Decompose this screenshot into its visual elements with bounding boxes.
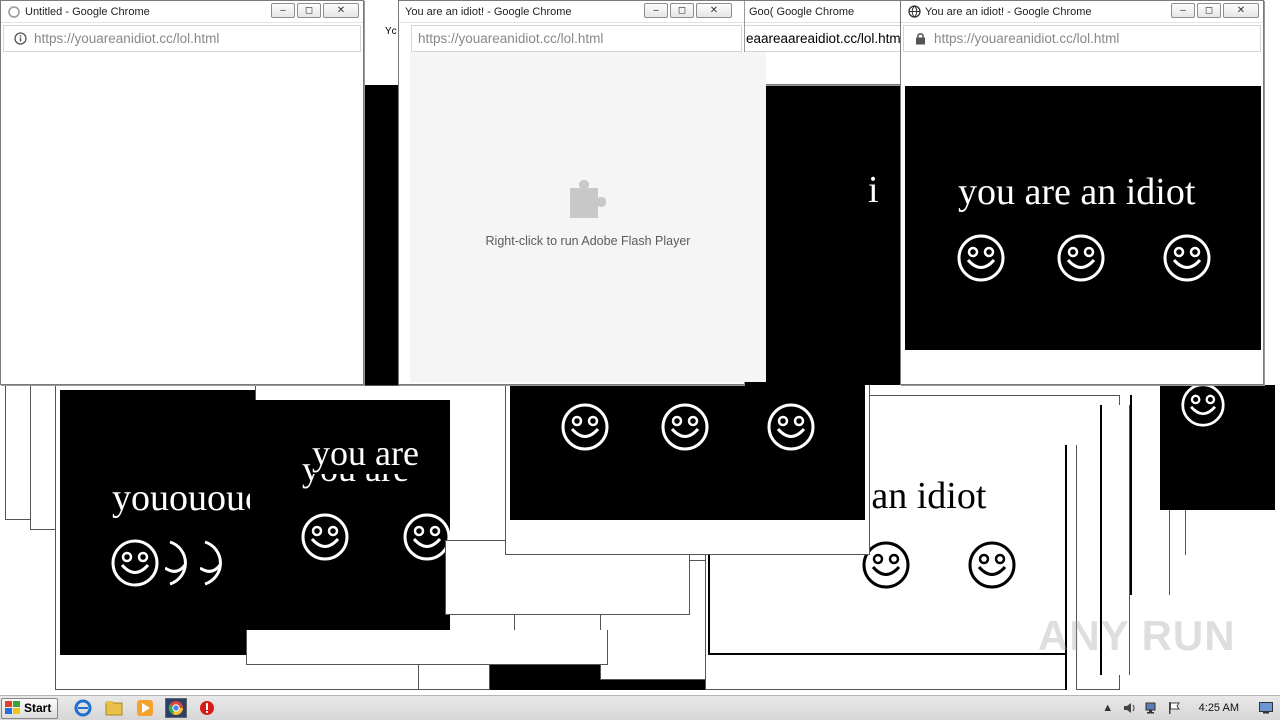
title-fragment: Yc [385,26,397,37]
flag-icon[interactable] [1166,700,1182,716]
window-title: Goo( Google Chrome [749,5,855,18]
window-controls: – ◻ ✕ [644,3,732,18]
stacked-window-remnant [766,85,900,385]
idiot-text-fragment: i [868,169,879,211]
stacked-window-remnant [246,630,608,665]
smiley-icon [301,513,349,561]
window-controls: – ◻ ✕ [271,3,359,18]
smiley-icon [1057,234,1105,282]
title-bar: You are an idiot! - Google Chrome – ◻ ✕ [901,1,1263,23]
flash-plugin-placeholder[interactable]: Right-click to run Adobe Flash Player [410,52,766,382]
tray-expand-icon[interactable]: ▲ [1100,700,1116,716]
close-button[interactable]: ✕ [1223,3,1259,18]
idiot-panel-main: you are an idiot [905,86,1261,350]
url-text: https://youareanidiot.cc/lol.html [34,31,219,46]
url-host: https://youareanidiot.cc [934,31,1073,46]
title-bar: Goo( Google Chrome [741,1,904,23]
url-text: https://youareanidiot.cc/lol.html [412,31,603,46]
window-controls: – ◻ ✕ [1171,3,1259,18]
close-button[interactable]: ✕ [323,3,359,18]
flash-message: Right-click to run Adobe Flash Player [485,234,691,248]
smiley-icon [111,539,159,587]
address-bar[interactable]: eaareaareaidiot.cc/lol.htm [741,25,902,52]
windows-logo-icon [5,701,20,714]
idiot-panel-left: youououc [60,390,260,655]
address-bar[interactable]: https://youareanidiot.cc/lol.html [903,25,1261,52]
loading-icon [7,5,21,19]
url-host: https://youareanidiot.cc [34,31,173,46]
lock-icon[interactable] [912,32,928,45]
page-content [3,53,361,382]
explorer-folder-icon[interactable] [103,698,125,718]
globe-icon [907,5,921,19]
watermark: ANY RUN [1038,612,1236,659]
taskbar: Start ▲ 4:25 AM [0,695,1280,720]
minimize-button[interactable]: – [271,3,295,18]
smiley-icon [767,403,815,451]
network-icon[interactable] [1144,700,1160,716]
browser-window-idiot[interactable]: You are an idiot! - Google Chrome – ◻ ✕ … [900,0,1264,385]
show-desktop-icon[interactable] [1258,700,1274,716]
smiley-icon [957,234,1005,282]
smiley-icon [403,513,450,561]
volume-icon[interactable] [1122,700,1138,716]
idiot-panel-middle: you are you are [250,400,450,630]
start-label: Start [24,701,52,715]
start-button[interactable]: Start [1,697,59,719]
restore-button[interactable]: ◻ [297,3,321,18]
url-path: /lol.html [556,31,604,46]
system-tray: ▲ 4:25 AM [1097,696,1280,720]
internet-explorer-icon[interactable] [72,698,94,718]
info-icon[interactable] [12,32,28,45]
media-player-icon[interactable] [134,698,156,718]
smiley-icon [661,403,709,451]
title-bar: You are an idiot! - Google Chrome – ◻ ✕ [399,1,744,23]
smiley-icon [968,541,1016,589]
idiot-text-middle: you are [312,432,419,474]
stacked-window-remnant [1185,510,1280,555]
chrome-icon[interactable] [165,698,188,718]
restore-button[interactable]: ◻ [670,3,694,18]
url-path: /lol.html [1072,31,1120,46]
minimize-button[interactable]: – [1171,3,1195,18]
url-text: https://youareanidiot.cc/lol.html [934,31,1119,46]
url-host: https://youareanidiot.cc [418,31,557,46]
puzzle-plugin-icon [570,180,606,218]
url-path: /lol.html [172,31,220,46]
smiley-icon [1163,234,1211,282]
smiley-partial-icon [200,540,222,586]
idiot-heading: you are an idiot [958,171,1196,213]
address-bar[interactable]: https://youareanidiot.cc/lol.html [3,25,361,52]
smiley-icon [1181,383,1225,427]
url-text: eaareaareaidiot.cc/lol.htm [746,31,901,46]
close-button[interactable]: ✕ [696,3,732,18]
minimize-button[interactable]: – [644,3,668,18]
title-bar: Untitled - Google Chrome – ◻ ✕ [1,1,363,23]
browser-window-untitled[interactable]: Untitled - Google Chrome – ◻ ✕ https://y… [0,0,364,385]
stop-icon[interactable] [196,698,218,718]
smiley-icon [561,403,609,451]
clock[interactable]: 4:25 AM [1199,702,1239,714]
smiley-partial-icon [165,540,187,586]
address-bar[interactable]: https://youareanidiot.cc/lol.html [411,25,742,52]
restore-button[interactable]: ◻ [1197,3,1221,18]
idiot-text-left: youououc [112,477,260,519]
